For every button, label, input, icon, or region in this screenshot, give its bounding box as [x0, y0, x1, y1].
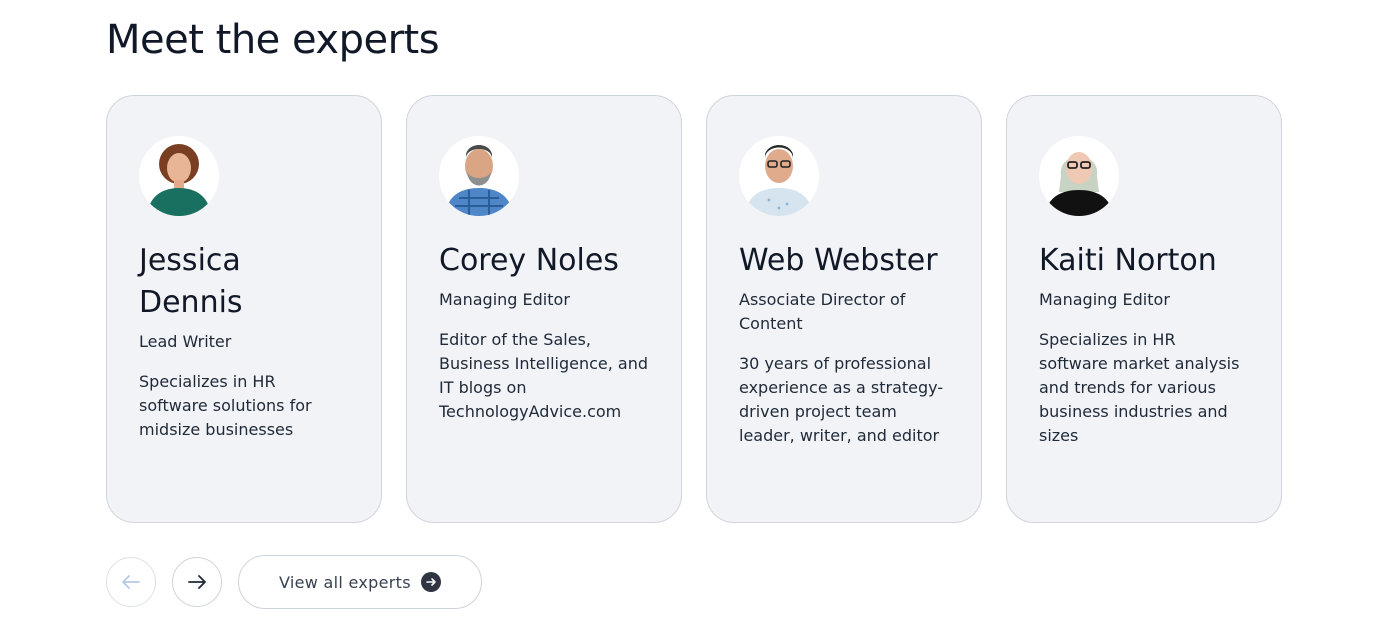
view-all-label: View all experts: [279, 572, 411, 592]
expert-description: 30 years of professional experience as a…: [739, 354, 944, 445]
view-all-experts-button[interactable]: View all experts: [238, 555, 482, 609]
expert-name: Kaiti Norton: [1039, 243, 1217, 278]
arrow-left-icon: [122, 575, 140, 589]
expert-card[interactable]: Corey Noles Managing Editor Editor of th…: [406, 95, 682, 523]
person-portrait-icon: [1039, 136, 1119, 216]
expert-name: Web Webster: [739, 243, 938, 278]
experts-carousel: Jessica Dennis Lead Writer Specializes i…: [106, 95, 1282, 523]
experts-section: Meet the experts Jessica Dennis Lead Wri…: [0, 0, 1378, 636]
expert-role: Lead Writer: [139, 332, 232, 351]
avatar: [439, 136, 519, 216]
expert-card[interactable]: Kaiti Norton Managing Editor Specializes…: [1006, 95, 1282, 523]
expert-description: Specializes in HR software solutions for…: [139, 372, 312, 439]
person-portrait-icon: [139, 136, 219, 216]
person-portrait-icon: [739, 136, 819, 216]
avatar: [1039, 136, 1119, 216]
expert-role: Managing Editor: [439, 290, 570, 309]
previous-button[interactable]: [106, 557, 156, 607]
expert-description: Editor of the Sales, Business Intelligen…: [439, 330, 649, 421]
expert-description: Specializes in HR software market analys…: [1039, 330, 1240, 445]
expert-name: Jessica Dennis: [139, 243, 243, 320]
expert-card[interactable]: Web Webster Associate Director of Conten…: [706, 95, 982, 523]
expert-role: Managing Editor: [1039, 290, 1170, 309]
avatar: [139, 136, 219, 216]
expert-role: Associate Director of Content: [739, 290, 906, 333]
arrow-right-circle-icon: [420, 572, 441, 592]
next-button[interactable]: [172, 557, 222, 607]
person-portrait-icon: [439, 136, 519, 216]
section-title: Meet the experts: [106, 17, 440, 63]
expert-card[interactable]: Jessica Dennis Lead Writer Specializes i…: [106, 95, 382, 523]
carousel-controls: View all experts: [106, 555, 482, 609]
expert-name: Corey Noles: [439, 243, 619, 278]
arrow-right-icon: [188, 575, 206, 589]
avatar: [739, 136, 819, 216]
